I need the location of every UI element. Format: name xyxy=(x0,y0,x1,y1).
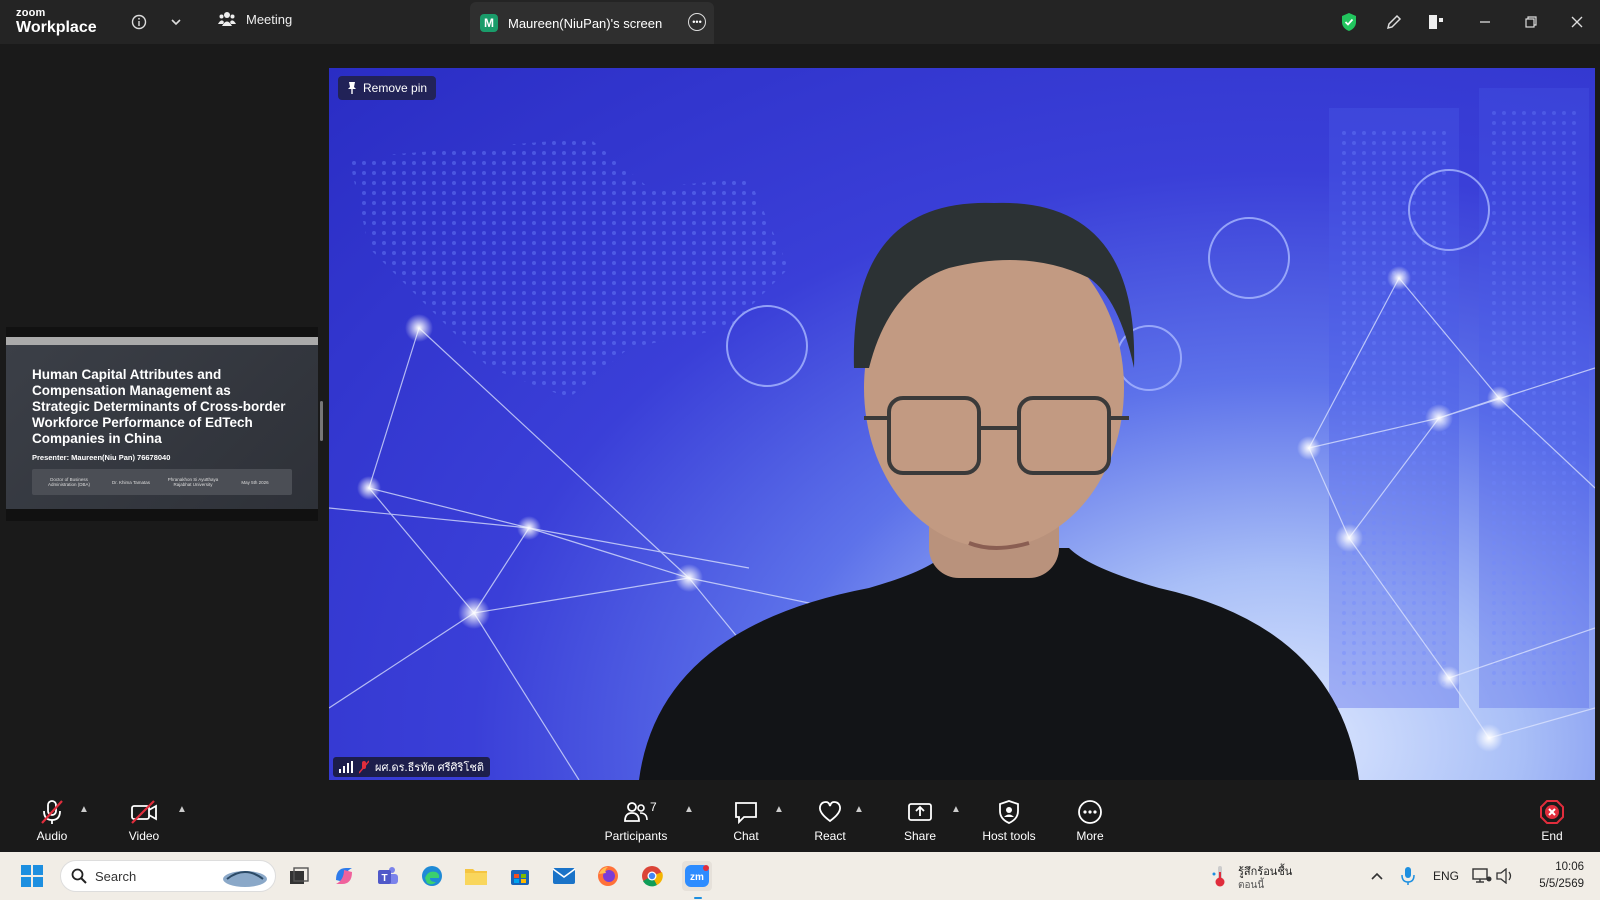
svg-text:T: T xyxy=(381,873,387,884)
microphone-icon[interactable] xyxy=(1393,861,1423,891)
taskbar-search-input[interactable]: Search xyxy=(60,860,276,892)
clock-time[interactable]: 10:06 xyxy=(1534,861,1584,873)
chat-options-caret[interactable]: ▲ xyxy=(774,804,784,815)
annotate-pencil-icon[interactable] xyxy=(1382,10,1406,34)
task-view-icon[interactable] xyxy=(284,861,314,891)
remove-pin-button[interactable]: Remove pin xyxy=(338,76,437,100)
more-options-icon[interactable]: ••• xyxy=(688,13,706,31)
chevron-up-icon[interactable] xyxy=(1362,861,1392,891)
search-icon xyxy=(71,868,87,884)
search-highlight-icon xyxy=(223,871,267,887)
audio-options-caret[interactable]: ▲ xyxy=(79,804,89,815)
input-language[interactable]: ENG xyxy=(1433,869,1459,883)
participant-initial-badge: M xyxy=(480,14,498,32)
video-button[interactable]: Video xyxy=(104,798,184,843)
slide-meta-bar: Doctor of Business Administration (DBA) … xyxy=(32,469,292,495)
tab-meeting[interactable]: Meeting xyxy=(218,11,292,27)
video-off-icon xyxy=(130,798,158,826)
mic-muted-icon xyxy=(359,760,369,774)
more-button[interactable]: More xyxy=(1050,798,1130,843)
slide-presenter: Presenter: Maureen(Niu Pan) 76678040 xyxy=(32,453,171,462)
react-options-caret[interactable]: ▲ xyxy=(854,804,864,815)
chrome-icon[interactable] xyxy=(637,861,667,891)
shield-icon xyxy=(995,798,1023,826)
clock-date[interactable]: 5/5/2569 xyxy=(1528,878,1584,890)
encryption-shield-icon[interactable] xyxy=(1337,10,1361,34)
participants-options-caret[interactable]: ▲ xyxy=(684,804,694,815)
mic-muted-icon xyxy=(38,798,66,826)
mail-icon[interactable] xyxy=(549,861,579,891)
weather-icon[interactable] xyxy=(1205,861,1235,891)
meeting-stage: Human Capital Attributes and Compensatio… xyxy=(0,44,1600,792)
chat-icon xyxy=(732,798,760,826)
virtual-background xyxy=(329,88,1595,780)
teams-icon[interactable]: T xyxy=(373,861,403,891)
zoom-logo: zoom Workplace xyxy=(16,7,97,36)
meeting-info-icon[interactable] xyxy=(127,10,151,34)
volume-icon[interactable] xyxy=(1490,861,1520,891)
minimize-icon[interactable] xyxy=(1473,10,1497,34)
microsoft-store-icon[interactable] xyxy=(505,861,535,891)
pinned-video[interactable]: Remove pin ผศ.ดร.ธีรทัต ศรีศิริโชติ xyxy=(329,68,1595,780)
host-tools-button[interactable]: Host tools xyxy=(969,798,1049,843)
firefox-icon[interactable] xyxy=(593,861,623,891)
end-meeting-button[interactable]: End xyxy=(1512,798,1592,843)
weather-time: ตอนนี้ xyxy=(1238,880,1265,891)
chevron-down-icon[interactable] xyxy=(164,10,188,34)
title-bar: zoom Workplace Meeting M Maureen(NiuPan)… xyxy=(0,0,1600,44)
windows-taskbar: Search T zm รู้สึกร้อนชื้น ตอนนี้ ENG 10… xyxy=(0,852,1600,900)
file-explorer-icon[interactable] xyxy=(461,861,491,891)
more-dots-icon xyxy=(1076,798,1104,826)
heart-icon xyxy=(816,798,844,826)
close-icon[interactable] xyxy=(1565,10,1589,34)
share-options-caret[interactable]: ▲ xyxy=(951,804,961,815)
pin-icon xyxy=(348,82,356,94)
meeting-toolbar: Audio ▲ Video ▲ Participants 7 ▲ Chat ▲ … xyxy=(0,792,1600,852)
participants-button[interactable]: Participants xyxy=(596,798,676,843)
restore-window-icon[interactable] xyxy=(1519,10,1543,34)
windows-start-icon[interactable] xyxy=(17,861,47,891)
copilot-icon[interactable] xyxy=(329,861,359,891)
shared-screen-thumbnail[interactable]: Human Capital Attributes and Compensatio… xyxy=(6,327,318,521)
video-options-caret[interactable]: ▲ xyxy=(177,804,187,815)
share-screen-icon xyxy=(906,798,934,826)
end-icon xyxy=(1538,798,1566,826)
active-app-indicator xyxy=(694,897,702,899)
participants-icon xyxy=(622,798,650,826)
share-button[interactable]: Share xyxy=(880,798,960,843)
slide-title: Human Capital Attributes and Compensatio… xyxy=(32,367,286,446)
participants-count: 7 xyxy=(650,800,657,814)
svg-text:zm: zm xyxy=(690,872,704,883)
participant-name-tag: ผศ.ดร.ธีรทัต ศรีศิริโชติ xyxy=(333,757,490,777)
edge-browser-icon[interactable] xyxy=(417,861,447,891)
slide-preview: Human Capital Attributes and Compensatio… xyxy=(6,337,318,509)
signal-strength-icon xyxy=(339,761,353,773)
panel-resize-handle[interactable] xyxy=(320,401,323,441)
tab-shared-screen[interactable]: M Maureen(NiuPan)'s screen ••• xyxy=(470,2,714,44)
zoom-taskbar-icon[interactable]: zm xyxy=(682,861,712,891)
people-icon xyxy=(218,12,236,26)
layout-view-icon[interactable] xyxy=(1424,10,1448,34)
